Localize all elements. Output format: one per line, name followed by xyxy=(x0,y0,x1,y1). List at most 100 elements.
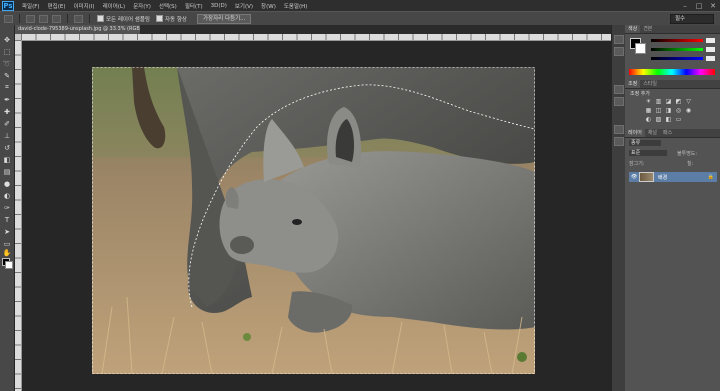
subtract-selection-icon[interactable] xyxy=(52,14,61,23)
tab-swatches[interactable]: 견본 xyxy=(640,25,655,33)
green-slider[interactable] xyxy=(651,47,715,52)
color-panel-tabs: 색상 견본 xyxy=(625,25,720,34)
hand-icon[interactable]: ✋ xyxy=(2,248,12,257)
menu-layer[interactable]: 레이어(L) xyxy=(99,2,130,10)
pen-icon[interactable]: ✑ xyxy=(2,203,12,212)
sample-all-layers-checkbox[interactable] xyxy=(97,15,104,22)
options-separator xyxy=(67,14,68,23)
stamp-icon[interactable]: ⊥ xyxy=(2,131,12,140)
document-tab[interactable]: david-clode-795389-unsplash.jpg @ 33.3% … xyxy=(15,25,140,34)
tab-adjustments[interactable]: 조정 xyxy=(625,80,641,88)
adjust-title: 조정 추가 xyxy=(630,91,650,97)
posterize-icon[interactable]: ▨ xyxy=(655,117,662,123)
tab-color[interactable]: 색상 xyxy=(625,25,641,33)
eraser-icon[interactable]: ◧ xyxy=(2,155,12,164)
menu-select[interactable]: 선택(S) xyxy=(155,2,181,10)
eye-icon[interactable]: 👁 xyxy=(631,174,637,180)
menu-help[interactable]: 도움말(H) xyxy=(280,2,312,10)
properties-panel-icon[interactable] xyxy=(614,47,624,56)
clone-source-icon[interactable] xyxy=(614,137,624,146)
photo-filter-icon[interactable]: ◎ xyxy=(675,108,682,114)
type-icon[interactable]: T xyxy=(2,215,12,224)
exposure-icon[interactable]: ◩ xyxy=(675,99,682,105)
quick-select-icon[interactable]: ✎ xyxy=(2,71,12,80)
blend-mode-select[interactable]: 표준 xyxy=(629,150,667,156)
blue-slider[interactable] xyxy=(651,56,715,61)
brush-panel-icon[interactable] xyxy=(614,125,624,134)
right-panels: 색상 견본 조정 스타일 조정 추가 ☀ ▥ ◪ ◩ ▽ ▦ ◫ ◨ ◎ ◉ ◐… xyxy=(625,25,720,391)
history-brush-icon[interactable]: ↺ xyxy=(2,143,12,152)
color-spectrum-ramp[interactable] xyxy=(629,69,715,75)
menu-type[interactable]: 문자(Y) xyxy=(129,2,155,10)
tab-paths[interactable]: 패스 xyxy=(660,129,675,137)
invert-icon[interactable]: ◐ xyxy=(645,117,652,123)
vertical-ruler xyxy=(15,40,22,391)
new-selection-icon[interactable] xyxy=(26,14,35,23)
photoshop-logo: Ps xyxy=(2,0,14,11)
layer-row-background[interactable]: 👁 배경 🔒 xyxy=(629,172,717,182)
options-separator xyxy=(89,14,90,23)
character-panel-icon[interactable] xyxy=(614,85,624,94)
move-icon[interactable]: ✥ xyxy=(2,35,12,44)
path-select-icon[interactable]: ➤ xyxy=(2,227,12,236)
history-panel-icon[interactable] xyxy=(614,35,624,44)
color-bg-swatch[interactable] xyxy=(635,43,646,54)
refine-edge-button[interactable]: 가장자리 다듬기... xyxy=(196,13,252,24)
gradient-icon[interactable]: ▤ xyxy=(2,167,12,176)
rhino-photo xyxy=(92,67,535,374)
background-color-swatch[interactable] xyxy=(5,261,13,269)
auto-enhance-label: 자동 향상 xyxy=(164,16,187,23)
layers-panel-tabs: 레이어 채널 패스 xyxy=(625,129,720,138)
tool-preset-icon[interactable] xyxy=(4,14,13,23)
horizontal-ruler xyxy=(21,34,611,41)
menu-file[interactable]: 파일(F) xyxy=(18,2,44,10)
levels-icon[interactable]: ▥ xyxy=(655,99,662,105)
shape-icon[interactable]: ▭ xyxy=(2,239,12,248)
curves-icon[interactable]: ◪ xyxy=(665,99,672,105)
paragraph-panel-icon[interactable] xyxy=(614,97,624,106)
menu-3d[interactable]: 3D(D) xyxy=(207,3,231,9)
workspace-select[interactable]: 필수 xyxy=(670,13,714,24)
dodge-icon[interactable]: ◐ xyxy=(2,191,12,200)
layer-thumbnail xyxy=(639,172,654,182)
menu-view[interactable]: 보기(V) xyxy=(231,2,257,10)
menu-image[interactable]: 이미지(I) xyxy=(69,2,98,10)
tab-styles[interactable]: 스타일 xyxy=(640,80,660,88)
menu-window[interactable]: 창(W) xyxy=(257,2,280,10)
menu-filter[interactable]: 필터(T) xyxy=(181,2,207,10)
brightness-icon[interactable]: ☀ xyxy=(645,99,652,105)
adjust-panel-tabs: 조정 스타일 xyxy=(625,80,720,89)
layer-filter-kind[interactable]: 종류 xyxy=(629,140,661,146)
vibrance-icon[interactable]: ▽ xyxy=(685,99,692,105)
lock-label: 잠그기: xyxy=(629,161,645,167)
marquee-icon[interactable]: ⬚ xyxy=(2,47,12,56)
healing-icon[interactable]: ✚ xyxy=(2,107,12,116)
channel-mixer-icon[interactable]: ◉ xyxy=(685,108,692,114)
red-slider[interactable] xyxy=(651,38,715,43)
blur-icon[interactable]: ● xyxy=(2,179,12,188)
minimize-button[interactable]: – xyxy=(678,2,692,10)
fill-label: 칠: xyxy=(687,161,694,167)
window-controls: – □ ✕ xyxy=(678,2,720,10)
lasso-icon[interactable]: ➰ xyxy=(2,59,12,68)
eyedropper-icon[interactable]: ✒ xyxy=(2,95,12,104)
maximize-button[interactable]: □ xyxy=(692,2,706,10)
brush-size-icon[interactable] xyxy=(74,14,83,23)
bw-icon[interactable]: ◨ xyxy=(665,108,672,114)
add-selection-icon[interactable] xyxy=(39,14,48,23)
gradient-map-icon[interactable]: ▭ xyxy=(675,117,682,123)
menu-edit[interactable]: 편집(E) xyxy=(44,2,70,10)
options-separator xyxy=(19,14,20,23)
brush-icon[interactable]: ✐ xyxy=(2,119,12,128)
menu-bar: Ps 파일(F) 편집(E) 이미지(I) 레이어(L) 문자(Y) 선택(S)… xyxy=(0,0,720,11)
close-button[interactable]: ✕ xyxy=(706,2,720,10)
tab-channels[interactable]: 채널 xyxy=(645,129,660,137)
crop-icon[interactable]: ⌗ xyxy=(2,83,12,92)
auto-enhance-checkbox[interactable] xyxy=(155,15,163,22)
tab-layers[interactable]: 레이어 xyxy=(625,129,645,137)
sample-all-layers-label: 모든 레이어 샘플링 xyxy=(106,16,150,23)
color-balance-icon[interactable]: ◫ xyxy=(655,108,662,114)
threshold-icon[interactable]: ◧ xyxy=(665,117,672,123)
document-canvas[interactable] xyxy=(92,67,535,374)
hue-sat-icon[interactable]: ▦ xyxy=(645,108,652,114)
